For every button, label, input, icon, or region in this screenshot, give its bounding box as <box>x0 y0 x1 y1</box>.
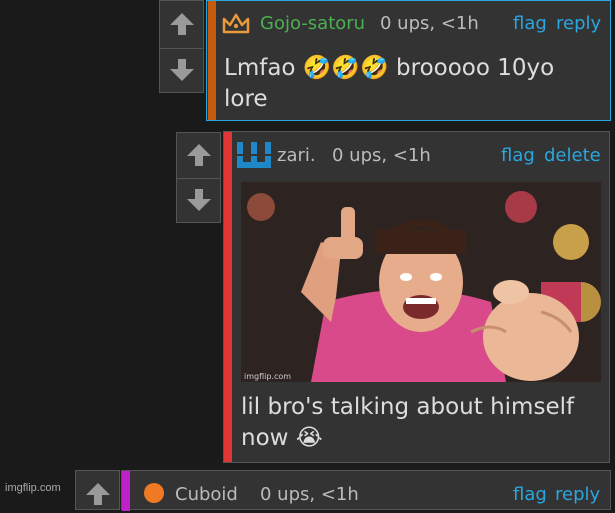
crown-icon <box>222 13 250 34</box>
comment-thread-bar <box>208 1 216 120</box>
vote-column-1 <box>159 0 204 93</box>
comment-1: Gojo-satoru 0 ups, <1h flag reply Lmfao … <box>206 0 611 121</box>
vote-divider <box>160 48 203 49</box>
meme-photo <box>241 182 601 382</box>
arrow-up-icon <box>85 483 110 505</box>
reply-link[interactable]: reply <box>555 484 600 505</box>
downvote-button-1[interactable] <box>160 51 203 89</box>
arrow-down-icon <box>169 59 194 81</box>
image-caption: imgflip.com <box>244 372 292 381</box>
comment-meta: 0 ups, <1h <box>260 484 359 505</box>
comment-meta: 0 ups, <1h <box>332 145 431 166</box>
arrow-down-icon <box>186 189 211 211</box>
arrow-up-icon <box>186 144 211 166</box>
username[interactable]: Cuboid <box>175 484 238 505</box>
vote-column-2 <box>176 132 221 223</box>
upvote-button-1[interactable] <box>160 5 203 43</box>
comment-2: zari. 0 ups, <1h flag delete imgflip.com… <box>223 131 610 463</box>
trident-icon <box>237 142 271 168</box>
meme-image[interactable]: imgflip.com <box>241 182 601 382</box>
downvote-button-2[interactable] <box>177 181 220 219</box>
reply-link[interactable]: reply <box>556 13 601 34</box>
vote-column-3 <box>75 470 120 510</box>
comment-thread-bar <box>122 471 130 511</box>
upvote-button-2[interactable] <box>177 136 220 174</box>
comment-3: Cuboid 0 ups, <1h flag reply <box>121 470 611 511</box>
orange-dot-icon <box>144 483 164 503</box>
watermark: imgflip.com <box>5 482 61 494</box>
flag-link[interactable]: flag <box>513 13 547 34</box>
comment-text: Lmfao 🤣🤣🤣 brooooo 10yo lore <box>224 55 555 112</box>
comment-meta: 0 ups, <1h <box>380 13 479 34</box>
delete-link[interactable]: delete <box>544 145 601 166</box>
arrow-up-icon <box>169 13 194 35</box>
flag-link[interactable]: flag <box>501 145 535 166</box>
comment-thread-bar <box>224 132 232 462</box>
username[interactable]: zari. <box>277 145 316 166</box>
upvote-button-3[interactable] <box>76 475 119 513</box>
username[interactable]: Gojo-satoru <box>260 13 365 34</box>
vote-divider <box>177 178 220 179</box>
comment-text: lil bro's talking about himself now 😭 <box>241 394 575 451</box>
flag-link[interactable]: flag <box>513 484 547 505</box>
